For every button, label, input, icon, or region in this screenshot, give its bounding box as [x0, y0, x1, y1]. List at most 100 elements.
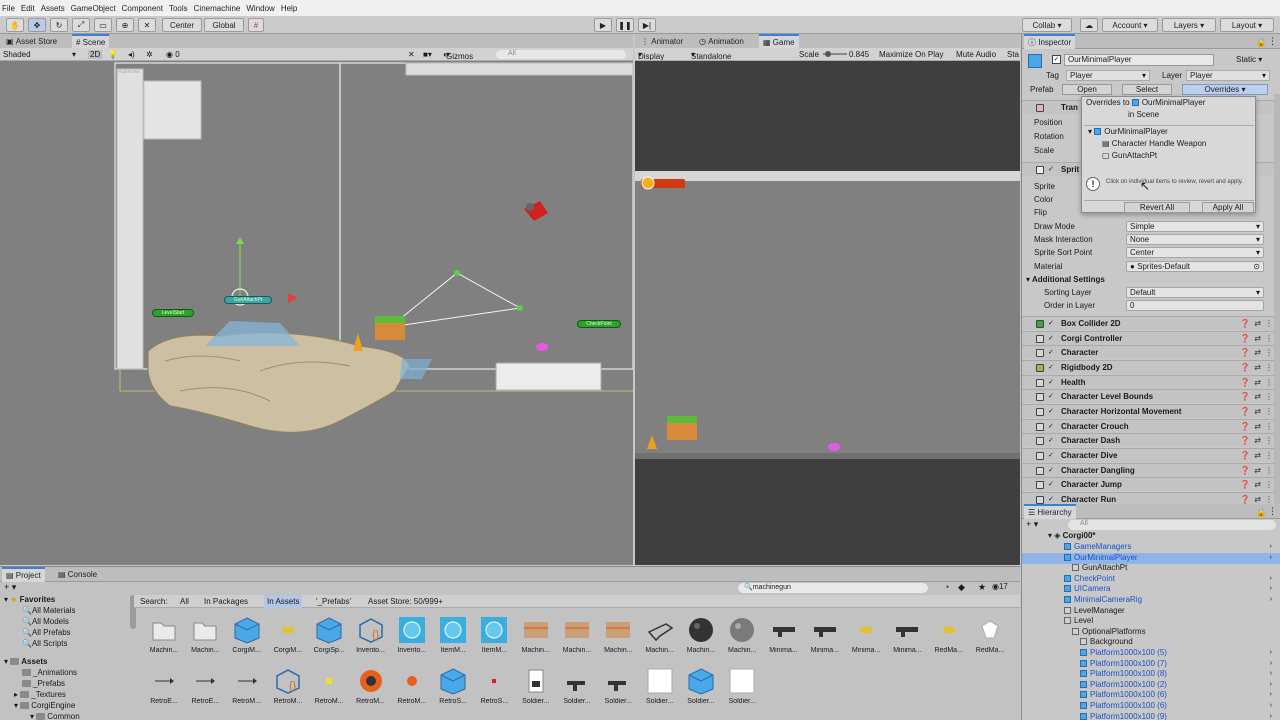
stats-toggle[interactable]: Sta [1007, 50, 1019, 59]
scale-slider-handle[interactable] [825, 51, 831, 57]
favorites-foldout[interactable]: ▾ ★ Favorites [4, 595, 55, 604]
component-box-collider-2d[interactable]: ✓ Box Collider 2D ❓⇄⋮ [1022, 316, 1280, 330]
active-checkbox[interactable]: ✓ [1052, 55, 1061, 64]
asset-item[interactable]: ItemM... [474, 616, 514, 660]
chevron-right-icon[interactable]: › [1270, 702, 1272, 709]
lock-icon[interactable]: 🔒 [1256, 507, 1267, 518]
scale-tool-button[interactable]: ⤢ [72, 18, 90, 32]
asset-item[interactable]: CorgiM... [268, 616, 308, 660]
order-in-layer-field[interactable]: 0 [1126, 300, 1264, 311]
asset-item[interactable]: RetroM... [227, 667, 267, 711]
component-character-dive[interactable]: ✓ Character Dive ❓⇄⋮ [1022, 447, 1280, 462]
project-search-input[interactable]: 🔍machinegun [738, 583, 928, 593]
menu-edit[interactable]: Edit [21, 4, 35, 13]
maximize-toggle[interactable]: Maximize On Play [879, 50, 943, 59]
asset-item[interactable]: RetroM... [392, 667, 432, 711]
asset-item[interactable]: Minima... [764, 616, 804, 660]
gizmos-dropdown[interactable]: Gizmos ▾ [446, 50, 473, 61]
component-enabled-checkbox[interactable]: ✓ [1048, 467, 1056, 475]
component-enabled-checkbox[interactable]: ✓ [1048, 349, 1056, 357]
component-controls[interactable]: ❓⇄⋮ [1240, 334, 1277, 343]
hierarchy-item[interactable]: LevelManager [1064, 606, 1125, 617]
asset-item[interactable]: Machin... [598, 616, 638, 660]
asset-item[interactable]: RetroS... [474, 667, 514, 711]
asset-item[interactable]: Soldier... [598, 667, 638, 711]
asset-item[interactable]: RetroM... [309, 667, 349, 711]
account-dropdown[interactable]: Account ▾ [1102, 18, 1158, 32]
component-enabled-checkbox[interactable]: ✓ [1048, 320, 1056, 328]
transform-tool-button[interactable]: ⊕ [116, 18, 134, 32]
hierarchy-item[interactable]: Background [1080, 637, 1133, 648]
asset-item[interactable]: RetroE... [185, 667, 225, 711]
hierarchy-item[interactable]: Level [1064, 616, 1093, 627]
tools-icon[interactable]: ✕ [408, 50, 415, 59]
scene-view[interactable]: LevelStart GunAttachPt CheckPoint PLATFO… [0, 61, 633, 565]
component-character-horizontal-movement[interactable]: ✓ Character Horizontal Movement ❓⇄⋮ [1022, 403, 1280, 418]
component-character-run[interactable]: ✓ Character Run ❓⇄⋮ [1022, 491, 1280, 504]
asset-item[interactable]: Machin... [185, 616, 225, 660]
component-enabled-checkbox[interactable]: ✓ [1048, 364, 1056, 372]
menu-gameobject[interactable]: GameObject [71, 4, 116, 13]
component-enabled-checkbox[interactable]: ✓ [1048, 496, 1056, 504]
component-enabled-checkbox[interactable]: ✓ [1048, 335, 1056, 343]
tab-asset-store[interactable]: ▣ Asset Store [2, 34, 61, 49]
folder-animations[interactable]: _Animations [22, 668, 77, 677]
chevron-right-icon[interactable]: › [1270, 713, 1272, 720]
layer-dropdown[interactable]: Player ▾ [1186, 70, 1270, 81]
2d-toggle[interactable]: 2D [88, 50, 103, 59]
hierarchy-item[interactable]: Platform1000x100 (6) [1080, 690, 1167, 701]
additional-settings-foldout[interactable]: ▾ Additional Settings [1026, 275, 1105, 284]
inspector-scrollbar[interactable] [1274, 94, 1280, 504]
component-rigidbody-2d[interactable]: ✓ Rigidbody 2D ❓⇄⋮ [1022, 359, 1280, 374]
tab-game[interactable]: ▦ Game [759, 34, 799, 49]
asset-item[interactable]: Soldier... [722, 667, 762, 711]
rotate-tool-button[interactable]: ↻ [50, 18, 68, 32]
chevron-right-icon[interactable]: › [1270, 575, 1272, 582]
assets-foldout[interactable]: ▾ Assets [4, 657, 48, 666]
scope-prefabs-folder[interactable]: '_Prefabs' [316, 597, 351, 606]
lock-icon[interactable]: 🔒 [1256, 37, 1267, 48]
prefab-overrides-dropdown[interactable]: Overrides ▾ [1182, 84, 1268, 95]
favorite-icon[interactable]: ★ [978, 582, 986, 593]
effects-icon[interactable]: ✲ [146, 50, 153, 59]
asset-item[interactable]: Machin... [557, 616, 597, 660]
component-character-jump[interactable]: ✓ Character Jump ❓⇄⋮ [1022, 477, 1280, 492]
asset-item[interactable]: Soldier... [557, 667, 597, 711]
favorite-all-prefabs[interactable]: 🔍All Prefabs [22, 628, 71, 637]
menu-file[interactable]: File [2, 4, 15, 13]
pause-button[interactable]: ❚❚ [616, 18, 634, 32]
component-controls[interactable]: ❓⇄⋮ [1240, 436, 1277, 445]
revert-all-button[interactable]: Revert All [1124, 202, 1190, 213]
override-item-root[interactable]: ▾ OurMinimalPlayer [1088, 127, 1168, 136]
asset-item[interactable]: Machin... [722, 616, 762, 660]
pivot-toggle[interactable]: Center [162, 18, 202, 32]
hierarchy-item[interactable]: Platform1000x100 (5) [1080, 648, 1167, 659]
tab-scene[interactable]: # Scene [72, 34, 110, 49]
asset-item[interactable]: Machin... [640, 616, 680, 660]
component-controls[interactable]: ❓⇄⋮ [1240, 480, 1277, 489]
asset-item[interactable]: Machin... [144, 616, 184, 660]
filter-label-icon[interactable]: ◆ [958, 582, 965, 593]
tab-animation[interactable]: ◷ Animation [695, 34, 748, 49]
asset-item[interactable]: Soldier... [681, 667, 721, 711]
hierarchy-item[interactable]: CheckPoint [1064, 574, 1115, 585]
eye-icon[interactable]: ◉17 [992, 582, 1008, 591]
hierarchy-item[interactable]: Platform1000x100 (6) [1080, 701, 1167, 712]
favorite-all-materials[interactable]: 🔍All Materials [22, 606, 76, 615]
asset-item[interactable]: RetroM... [351, 667, 391, 711]
create-button[interactable]: + ▾ [1026, 519, 1038, 530]
asset-item[interactable]: RetroS... [433, 667, 473, 711]
custom-tool-button[interactable]: ✕ [138, 18, 156, 32]
menu-help[interactable]: Help [281, 4, 297, 13]
grid-snap-button[interactable]: # [248, 18, 264, 32]
audio-icon[interactable]: ◂) [128, 50, 135, 59]
component-character[interactable]: ✓ Character ❓⇄⋮ [1022, 345, 1280, 360]
resolution-dropdown[interactable]: Standalone (1024x768) ▾ [691, 50, 731, 60]
prefab-select-button[interactable]: Select [1122, 84, 1172, 95]
space-toggle[interactable]: Global [204, 18, 244, 32]
hierarchy-item[interactable]: UICamera [1064, 584, 1110, 595]
component-health[interactable]: ✓ Health ❓⇄⋮ [1022, 374, 1280, 389]
component-enabled-checkbox[interactable]: ✓ [1048, 393, 1056, 401]
tab-animator[interactable]: ⋮ Animator [637, 34, 687, 49]
asset-item[interactable]: Machin... [516, 616, 556, 660]
